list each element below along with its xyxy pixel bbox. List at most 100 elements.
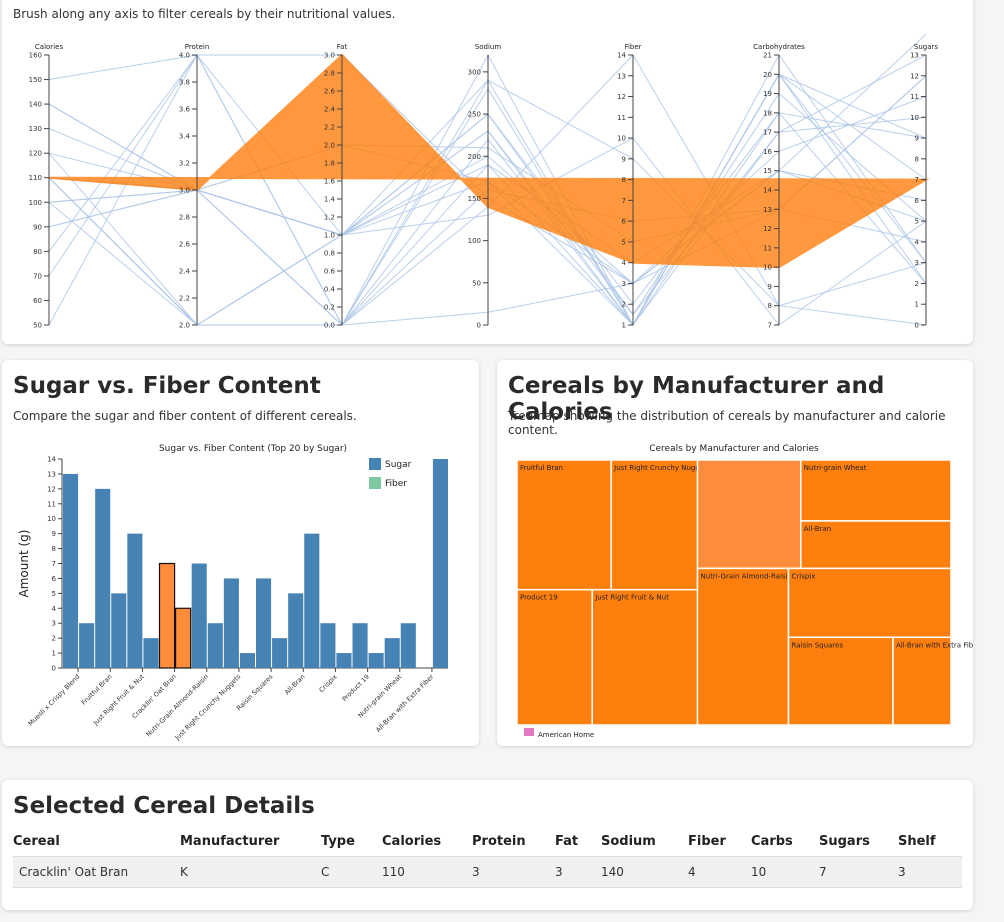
tick-label: 14 [763,187,772,195]
tick-label: 150 [468,195,481,203]
bar-fiber[interactable] [143,638,159,668]
cell-type: C [321,865,330,879]
treemap-tile[interactable] [591,588,699,726]
bar-fiber[interactable] [272,638,288,668]
bar-sugar[interactable] [352,623,368,668]
tick-label: 0.4 [324,286,336,294]
bar-sugar[interactable] [95,488,111,668]
y-axis: 01234567891011121314 [47,456,63,673]
y-tick-label: 12 [47,485,56,493]
bar-sugar[interactable] [320,623,336,668]
tick-label: 0 [915,322,919,330]
bar-sugar[interactable] [63,473,79,668]
column-header-cereal: Cereal [13,833,60,849]
tick-label: 7 [622,197,626,205]
bar-fiber[interactable] [207,623,223,668]
bar-fiber[interactable] [336,653,352,668]
bar-sugar[interactable] [127,533,143,668]
treemap-tile[interactable] [892,636,952,726]
tick-label: 10 [617,135,626,143]
bar-sugar[interactable] [191,563,207,669]
tick-label: 1 [915,301,919,309]
parallel-coordinates-card: Brush along any axis to filter cereals b… [2,0,973,344]
bar-sugar[interactable] [384,638,400,668]
table-row[interactable]: Cracklin' Oat Bran K C 110 3 3 140 4 10 7 3 [13,856,962,888]
legend: Sugar Fiber [369,458,412,489]
tick-label: 13 [763,206,772,214]
treemap-tile-label: Product 19 [520,594,558,602]
y-axis-label: Amount (g) [17,530,31,598]
bar-fiber[interactable] [368,653,384,668]
x-tick-label: Nutri-Grain Almond-Raisin [144,673,210,739]
tick-label: 0.0 [324,322,335,330]
tick-label: 3 [915,259,919,267]
details-card: Selected Cereal Details Cereal Manufactur… [2,780,973,910]
bar-fiber[interactable] [304,533,320,668]
x-tick-label: Muesli x Crispy Blend [27,673,82,728]
parallel-coordinates-chart[interactable]: 5060708090100110120130140150160Calories2… [2,0,973,344]
y-tick-label: 0 [52,665,56,673]
tick-label: 90 [33,223,42,231]
treemap-tile[interactable] [610,459,699,591]
tick-label: 9 [622,155,626,163]
bar-fiber[interactable] [174,607,192,669]
tick-label: 2 [622,301,626,309]
treemap-tile-label: Raisin Squares [792,641,844,649]
y-tick-label: 2 [52,635,56,643]
treemap-tile[interactable] [696,567,790,726]
tick-label: 300 [468,68,481,76]
y-tick-label: 3 [52,620,56,628]
sugar-fiber-chart[interactable]: Sugar vs. Fiber Content (Top 20 by Sugar… [2,360,479,746]
chart-title: Sugar vs. Fiber Content (Top 20 by Sugar… [159,444,347,454]
tick-label: 12 [910,72,919,80]
y-tick-label: 8 [52,545,56,553]
tick-label: 9 [915,135,919,143]
bar-fiber[interactable] [239,653,255,668]
bar-fiber[interactable] [400,623,416,668]
tick-label: 60 [33,297,42,305]
tick-label: 1.0 [324,232,335,240]
bar-sugar[interactable] [158,562,176,669]
tick-label: 70 [33,272,42,280]
column-header-calories: Calories [382,833,442,849]
axis-label: Sodium [475,43,502,51]
tick-label: 2.8 [324,70,335,78]
tick-label: 12 [763,225,772,233]
x-tick-label: Fruitful Bran [80,673,114,707]
tick-label: 10 [763,264,772,272]
details-title: Selected Cereal Details [13,793,315,819]
cell-manufacturer: K [180,865,188,879]
legend-swatch-fiber [369,477,381,489]
tick-label: 8 [915,155,919,163]
tick-label: 2 [915,280,919,288]
bar-fiber[interactable] [79,623,95,668]
tick-label: 6 [622,218,627,226]
bar-fiber[interactable] [432,459,448,668]
treemap-tile[interactable] [696,459,802,570]
tick-label: 2.8 [179,214,190,222]
treemap-tile[interactable] [516,459,612,591]
bar-fiber[interactable] [111,593,127,668]
bar-sugar[interactable] [256,578,272,668]
tick-label: 5 [915,218,919,226]
column-header-fiber: Fiber [688,833,726,849]
y-tick-label: 14 [47,456,56,464]
tick-label: 3 [622,280,626,288]
bar-sugar[interactable] [223,578,239,668]
treemap-tile[interactable] [516,588,593,726]
tick-label: 4.0 [179,52,190,60]
column-header-fat: Fat [555,833,579,849]
tick-label: 2.4 [324,106,336,114]
treemap-chart[interactable]: Cereals by Manufacturer and Calories Frui… [497,360,973,746]
tick-label: 4 [622,259,627,267]
details-table: Cereal Manufacturer Type Calories Protein Fat… [13,826,962,888]
cell-cereal: Cracklin' Oat Bran [19,865,129,879]
treemap-tile-label: Nutri-grain Wheat [804,464,867,472]
bar-sugar[interactable] [288,593,304,668]
treemap-tile[interactable] [787,636,894,726]
column-header-sugars: Sugars [819,833,870,849]
tick-label: 8 [622,176,626,184]
y-tick-label: 6 [52,575,57,583]
tick-label: 1 [622,322,626,330]
treemap-tile-label: All-Bran with Extra Fiber [896,641,973,649]
